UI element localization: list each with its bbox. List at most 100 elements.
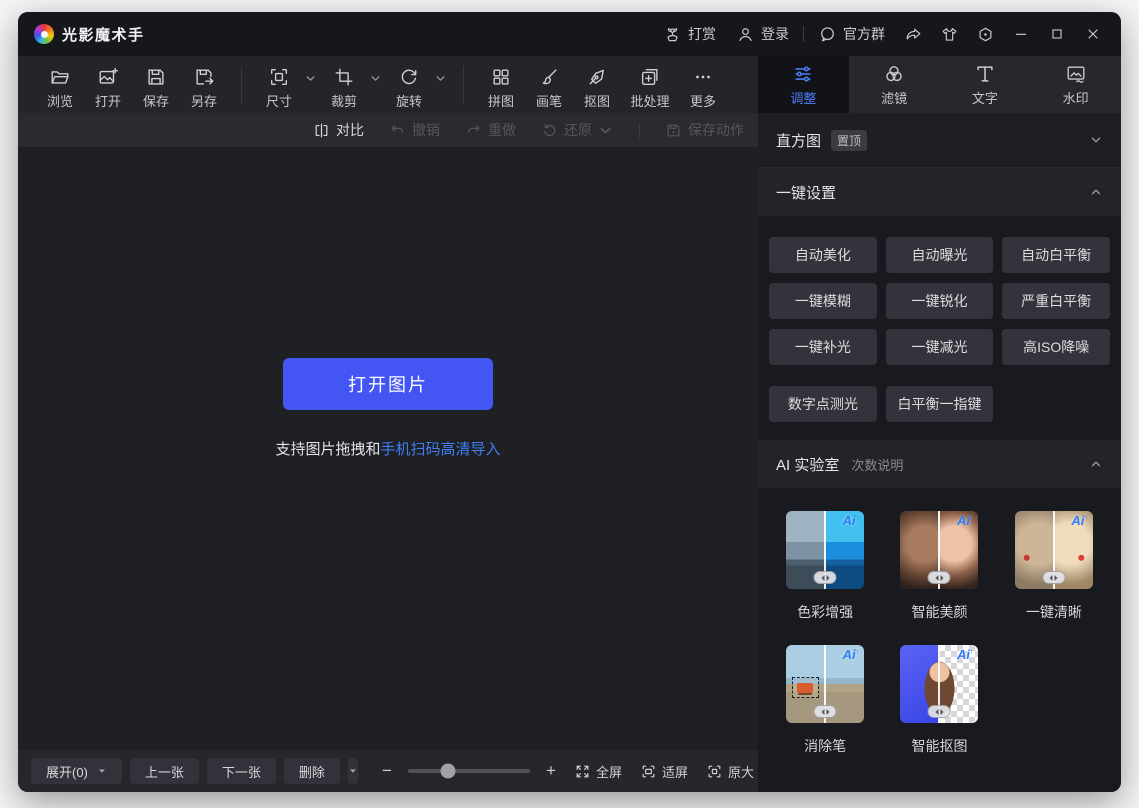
compare-handle[interactable] [814, 571, 837, 584]
phone-import-link[interactable]: 手机扫码高清导入 [381, 441, 501, 458]
auto-exposure-button[interactable]: 自动曝光 [886, 237, 994, 273]
cutout-button[interactable]: 抠图 [573, 59, 621, 110]
smart-cutout-thumbnail[interactable]: Ai [900, 645, 978, 723]
edit-toolbar: 对比 撤销 重做 还原 保存动作 [18, 113, 758, 147]
tab-adjust-label: 调整 [790, 88, 816, 107]
next-image-button[interactable]: 下一张 [207, 758, 276, 784]
tshirt-icon [940, 25, 959, 44]
compare-button[interactable]: 对比 [313, 120, 364, 140]
tab-filter[interactable]: 滤镜 [849, 56, 940, 113]
ai-lab-title: AI 实验室 [776, 454, 839, 475]
one-click-fill-light-button[interactable]: 一键补光 [769, 329, 877, 365]
eraser-pen-thumbnail[interactable]: Ai [786, 645, 864, 723]
tab-watermark-label: 水印 [1063, 88, 1089, 107]
zoom-in-button[interactable]: + [544, 761, 558, 781]
delete-dropdown-button[interactable] [348, 758, 358, 784]
tab-text[interactable]: 文字 [940, 56, 1031, 113]
histogram-chevron-down-icon[interactable] [1089, 133, 1103, 147]
auto-white-balance-button[interactable]: 自动白平衡 [1002, 237, 1110, 273]
save-action-button[interactable]: 保存动作 [665, 120, 744, 140]
zoom-out-button[interactable]: − [380, 761, 394, 781]
minimize-button[interactable] [1003, 19, 1039, 49]
ai-one-click-clarity[interactable]: Ai 一键清晰 [997, 511, 1111, 622]
ai-smart-beauty[interactable]: Ai 智能美颜 [882, 511, 996, 622]
color-enhance-thumbnail[interactable]: Ai [786, 511, 864, 589]
save-action-icon [665, 122, 682, 139]
official-group-button[interactable]: 官方群 [808, 19, 895, 49]
tab-watermark[interactable]: 水印 [1030, 56, 1121, 113]
more-button[interactable]: 更多 [679, 59, 727, 110]
ai-eraser-pen[interactable]: Ai 消除笔 [768, 645, 882, 756]
one-click-chevron-up-icon[interactable] [1089, 185, 1103, 199]
close-button[interactable] [1075, 19, 1111, 49]
toolbar-divider [463, 66, 464, 104]
batch-button[interactable]: 批处理 [621, 59, 679, 110]
zoom-slider[interactable] [408, 769, 530, 773]
app-window: 光影魔术手 打赏 登录 官方群 [18, 12, 1121, 792]
save-button[interactable]: 保存 [132, 59, 180, 110]
rotate-button[interactable]: 旋转 [385, 59, 433, 110]
pin-badge[interactable]: 置顶 [831, 130, 867, 151]
ai-lab-chevron-up-icon[interactable] [1089, 457, 1103, 471]
crop-button[interactable]: 裁剪 [320, 59, 368, 110]
brush-button[interactable]: 画笔 [525, 59, 573, 110]
resize-dropdown-caret[interactable] [304, 72, 317, 85]
compare-handle[interactable] [1042, 571, 1065, 584]
redo-button[interactable]: 重做 [465, 120, 516, 140]
drop-hint-text: 支持图片拖拽和 [275, 441, 380, 458]
restore-dropdown-caret[interactable] [597, 122, 614, 139]
tab-adjust[interactable]: 调整 [758, 56, 849, 113]
save-as-button[interactable]: 另存 [180, 59, 228, 110]
user-icon [736, 25, 755, 44]
settings-button[interactable] [967, 19, 1003, 49]
one-click-dim-light-button[interactable]: 一键减光 [886, 329, 994, 365]
open-button[interactable]: 打开 [84, 59, 132, 110]
rotate-icon [398, 66, 420, 88]
fullscreen-button[interactable]: 全屏 [574, 762, 622, 781]
crop-dropdown-caret[interactable] [369, 72, 382, 85]
undo-button[interactable]: 撤销 [389, 120, 440, 140]
theme-skin-button[interactable] [931, 19, 967, 49]
reward-button[interactable]: 打赏 [653, 19, 726, 49]
browse-button[interactable]: 浏览 [36, 59, 84, 110]
ai-badge: Ai [957, 513, 974, 528]
rotate-dropdown-caret[interactable] [434, 72, 447, 85]
compare-handle[interactable] [928, 571, 951, 584]
minimize-icon [1013, 26, 1029, 42]
settings-icon [976, 25, 995, 44]
floppy-arrow-icon [193, 66, 215, 88]
auto-beautify-button[interactable]: 自动美化 [769, 237, 877, 273]
histogram-section-header[interactable]: 直方图 置顶 [758, 113, 1121, 168]
original-size-label: 原大 [728, 762, 754, 781]
ai-lab-section-header[interactable]: AI 实验室 次数说明 [758, 440, 1121, 488]
compare-handle[interactable] [928, 705, 951, 718]
prev-image-button[interactable]: 上一张 [130, 758, 199, 784]
original-size-button[interactable]: 原大 [706, 762, 754, 781]
clarity-thumbnail[interactable]: Ai [1015, 511, 1093, 589]
open-image-button[interactable]: 打开图片 [283, 358, 493, 410]
filter-circles-icon [883, 63, 905, 85]
expand-list-button[interactable]: 展开(0) [31, 758, 122, 784]
one-click-sharpen-button[interactable]: 一键锐化 [886, 283, 994, 319]
restore-button[interactable]: 还原 [541, 120, 614, 140]
resize-button[interactable]: 尺寸 [255, 59, 303, 110]
white-balance-one-touch-button[interactable]: 白平衡一指键 [886, 386, 994, 422]
maximize-button[interactable] [1039, 19, 1075, 49]
compare-handle[interactable] [814, 705, 837, 718]
digital-spot-metering-button[interactable]: 数字点测光 [769, 386, 877, 422]
login-button[interactable]: 登录 [726, 19, 799, 49]
ai-color-enhance[interactable]: Ai 色彩增强 [768, 511, 882, 622]
fit-screen-button[interactable]: 适屏 [640, 762, 688, 781]
ai-usage-info-link[interactable]: 次数说明 [851, 455, 903, 474]
smart-beauty-thumbnail[interactable]: Ai [900, 511, 978, 589]
severe-white-balance-button[interactable]: 严重白平衡 [1002, 283, 1110, 319]
ai-smart-cutout[interactable]: Ai 智能抠图 [882, 645, 996, 756]
collage-button[interactable]: 拼图 [477, 59, 525, 110]
delete-button[interactable]: 删除 [284, 758, 340, 784]
share-button[interactable] [895, 19, 931, 49]
one-click-blur-button[interactable]: 一键模糊 [769, 283, 877, 319]
high-iso-denoise-button[interactable]: 高ISO降噪 [1002, 329, 1110, 365]
zoom-slider-knob[interactable] [441, 764, 456, 779]
eraser-pen-label: 消除笔 [804, 736, 846, 756]
one-click-section-header[interactable]: 一键设置 [758, 168, 1121, 216]
